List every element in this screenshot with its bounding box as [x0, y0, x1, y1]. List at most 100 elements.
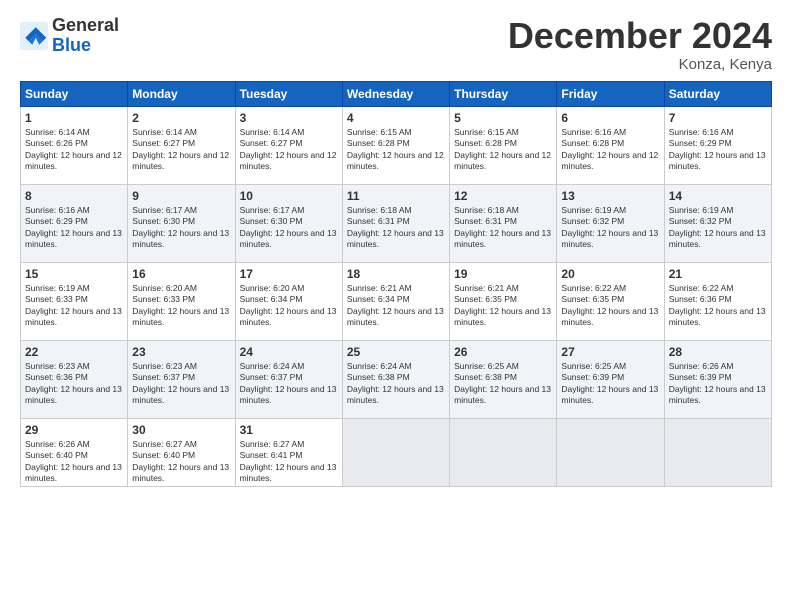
day-info: Sunrise: 6:15 AMSunset: 6:28 PMDaylight:… — [347, 127, 445, 173]
day-number: 10 — [240, 189, 338, 203]
calendar-week-row: 22Sunrise: 6:23 AMSunset: 6:36 PMDayligh… — [21, 340, 772, 418]
day-info: Sunrise: 6:20 AMSunset: 6:33 PMDaylight:… — [132, 283, 230, 329]
day-info: Sunrise: 6:22 AMSunset: 6:35 PMDaylight:… — [561, 283, 659, 329]
logo-blue: Blue — [52, 35, 91, 55]
calendar-week-row: 8 Sunrise: 6:16 AMSunset: 6:29 PMDaylight… — [21, 184, 772, 262]
day-number: 24 — [240, 345, 338, 359]
table-row — [664, 418, 771, 487]
logo-general: General — [52, 15, 119, 35]
day-info: Sunrise: 6:14 AMSunset: 6:27 PMDaylight:… — [132, 127, 230, 173]
day-info: Sunrise: 6:19 AMSunset: 6:33 PMDaylight:… — [25, 283, 123, 329]
table-row — [342, 418, 449, 487]
day-number: 30 — [132, 423, 230, 437]
table-row: 3Sunrise: 6:14 AMSunset: 6:27 PMDaylight… — [235, 106, 342, 184]
header-thursday: Thursday — [450, 81, 557, 106]
day-number: 8 — [25, 189, 123, 203]
table-row: 22Sunrise: 6:23 AMSunset: 6:36 PMDayligh… — [21, 340, 128, 418]
calendar-week-row: 15 Sunrise: 6:19 AMSunset: 6:33 PMDayligh… — [21, 262, 772, 340]
logo: General Blue — [20, 16, 119, 56]
logo-text: General Blue — [52, 16, 119, 56]
table-row: 26 Sunrise: 6:25 AMSunset: 6:38 PMDayligh… — [450, 340, 557, 418]
day-info: Sunrise: 6:25 AMSunset: 6:38 PMDaylight:… — [454, 361, 552, 407]
day-info: Sunrise: 6:18 AMSunset: 6:31 PMDaylight:… — [454, 205, 552, 251]
day-info: Sunrise: 6:14 AMSunset: 6:26 PMDaylight:… — [25, 127, 123, 173]
day-info: Sunrise: 6:17 AMSunset: 6:30 PMDaylight:… — [240, 205, 338, 251]
table-row: 12 Sunrise: 6:18 AMSunset: 6:31 PMDayligh… — [450, 184, 557, 262]
day-number: 29 — [25, 423, 123, 437]
table-row: 25 Sunrise: 6:24 AMSunset: 6:38 PMDayligh… — [342, 340, 449, 418]
header-monday: Monday — [128, 81, 235, 106]
day-number: 9 — [132, 189, 230, 203]
day-number: 6 — [561, 111, 659, 125]
location: Konza, Kenya — [508, 56, 772, 73]
day-info: Sunrise: 6:20 AMSunset: 6:34 PMDaylight:… — [240, 283, 338, 329]
table-row: 21 Sunrise: 6:22 AMSunset: 6:36 PMDayligh… — [664, 262, 771, 340]
day-info: Sunrise: 6:27 AMSunset: 6:40 PMDaylight:… — [132, 439, 230, 485]
day-number: 11 — [347, 189, 445, 203]
day-info: Sunrise: 6:18 AMSunset: 6:31 PMDaylight:… — [347, 205, 445, 251]
table-row: 2 Sunrise: 6:14 AMSunset: 6:27 PMDaylight… — [128, 106, 235, 184]
table-row: 14Sunrise: 6:19 AMSunset: 6:32 PMDayligh… — [664, 184, 771, 262]
table-row: 31 Sunrise: 6:27 AMSunset: 6:41 PMDayligh… — [235, 418, 342, 487]
table-row — [450, 418, 557, 487]
table-row: 24 Sunrise: 6:24 AMSunset: 6:37 PMDayligh… — [235, 340, 342, 418]
header-wednesday: Wednesday — [342, 81, 449, 106]
day-number: 4 — [347, 111, 445, 125]
day-info: Sunrise: 6:16 AMSunset: 6:29 PMDaylight:… — [669, 127, 767, 173]
day-number: 25 — [347, 345, 445, 359]
table-row: 5Sunrise: 6:15 AMSunset: 6:28 PMDaylight… — [450, 106, 557, 184]
day-info: Sunrise: 6:26 AMSunset: 6:39 PMDaylight:… — [669, 361, 767, 407]
table-row: 30 Sunrise: 6:27 AMSunset: 6:40 PMDayligh… — [128, 418, 235, 487]
header-friday: Friday — [557, 81, 664, 106]
day-info: Sunrise: 6:21 AMSunset: 6:34 PMDaylight:… — [347, 283, 445, 329]
day-number: 31 — [240, 423, 338, 437]
table-row: 27 Sunrise: 6:25 AMSunset: 6:39 PMDayligh… — [557, 340, 664, 418]
day-info: Sunrise: 6:16 AMSunset: 6:28 PMDaylight:… — [561, 127, 659, 173]
day-info: Sunrise: 6:27 AMSunset: 6:41 PMDaylight:… — [240, 439, 338, 485]
day-info: Sunrise: 6:24 AMSunset: 6:37 PMDaylight:… — [240, 361, 338, 407]
table-row: 17 Sunrise: 6:20 AMSunset: 6:34 PMDayligh… — [235, 262, 342, 340]
table-row: 23Sunrise: 6:23 AMSunset: 6:37 PMDayligh… — [128, 340, 235, 418]
day-info: Sunrise: 6:15 AMSunset: 6:28 PMDaylight:… — [454, 127, 552, 173]
calendar-page: General Blue December 2024 Konza, Kenya … — [0, 0, 792, 612]
day-info: Sunrise: 6:19 AMSunset: 6:32 PMDaylight:… — [561, 205, 659, 251]
calendar-week-row: 29Sunrise: 6:26 AMSunset: 6:40 PMDayligh… — [21, 418, 772, 487]
day-info: Sunrise: 6:16 AMSunset: 6:29 PMDaylight:… — [25, 205, 123, 251]
day-number: 16 — [132, 267, 230, 281]
day-info: Sunrise: 6:19 AMSunset: 6:32 PMDaylight:… — [669, 205, 767, 251]
day-number: 22 — [25, 345, 123, 359]
day-info: Sunrise: 6:22 AMSunset: 6:36 PMDaylight:… — [669, 283, 767, 329]
table-row: 10 Sunrise: 6:17 AMSunset: 6:30 PMDayligh… — [235, 184, 342, 262]
day-info: Sunrise: 6:25 AMSunset: 6:39 PMDaylight:… — [561, 361, 659, 407]
table-row: 8 Sunrise: 6:16 AMSunset: 6:29 PMDaylight… — [21, 184, 128, 262]
day-number: 27 — [561, 345, 659, 359]
header-tuesday: Tuesday — [235, 81, 342, 106]
title-block: December 2024 Konza, Kenya — [508, 16, 772, 73]
calendar-week-row: 1 Sunrise: 6:14 AMSunset: 6:26 PMDaylight… — [21, 106, 772, 184]
day-info: Sunrise: 6:24 AMSunset: 6:38 PMDaylight:… — [347, 361, 445, 407]
day-number: 3 — [240, 111, 338, 125]
header-sunday: Sunday — [21, 81, 128, 106]
day-number: 19 — [454, 267, 552, 281]
day-number: 28 — [669, 345, 767, 359]
day-number: 17 — [240, 267, 338, 281]
table-row: 29Sunrise: 6:26 AMSunset: 6:40 PMDayligh… — [21, 418, 128, 487]
day-number: 21 — [669, 267, 767, 281]
header-saturday: Saturday — [664, 81, 771, 106]
day-number: 26 — [454, 345, 552, 359]
day-number: 23 — [132, 345, 230, 359]
table-row: 28 Sunrise: 6:26 AMSunset: 6:39 PMDayligh… — [664, 340, 771, 418]
day-number: 2 — [132, 111, 230, 125]
table-row: 16 Sunrise: 6:20 AMSunset: 6:33 PMDayligh… — [128, 262, 235, 340]
weekday-header-row: Sunday Monday Tuesday Wednesday Thursday… — [21, 81, 772, 106]
day-number: 20 — [561, 267, 659, 281]
table-row: 7 Sunrise: 6:16 AMSunset: 6:29 PMDaylight… — [664, 106, 771, 184]
table-row: 19Sunrise: 6:21 AMSunset: 6:35 PMDayligh… — [450, 262, 557, 340]
day-number: 1 — [25, 111, 123, 125]
table-row: 20 Sunrise: 6:22 AMSunset: 6:35 PMDayligh… — [557, 262, 664, 340]
table-row: 13Sunrise: 6:19 AMSunset: 6:32 PMDayligh… — [557, 184, 664, 262]
month-title: December 2024 — [508, 16, 772, 56]
day-number: 12 — [454, 189, 552, 203]
day-number: 7 — [669, 111, 767, 125]
day-number: 15 — [25, 267, 123, 281]
